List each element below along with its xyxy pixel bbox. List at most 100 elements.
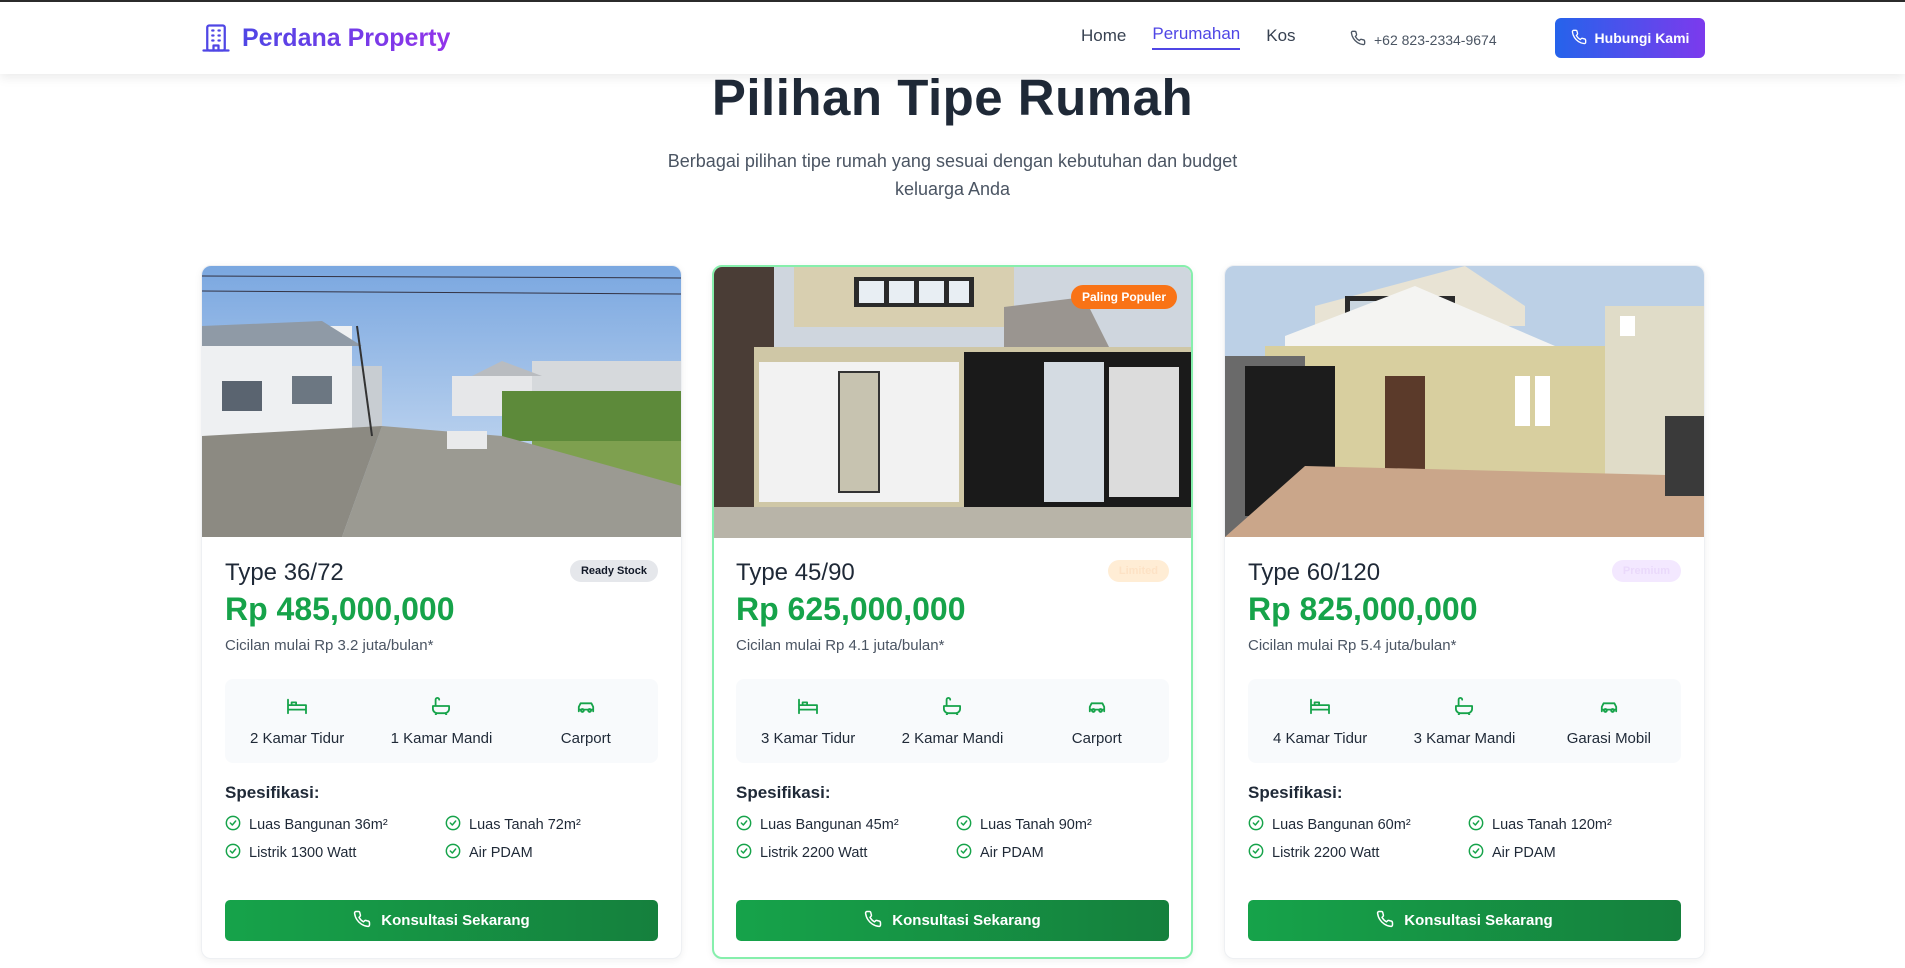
house-type-card: Type 36/72 Ready Stock Rp 485,000,000 Ci… bbox=[201, 265, 682, 959]
spec-text: Luas Bangunan 60m² bbox=[1272, 817, 1411, 833]
contact-us-button[interactable]: Hubungi Kami bbox=[1555, 18, 1705, 58]
feature-parking: Garasi Mobil bbox=[1537, 679, 1681, 763]
consult-button[interactable]: Konsultasi Sekarang bbox=[1248, 900, 1681, 941]
feature-panel: 3 Kamar Tidur 2 Kamar Mandi Carport bbox=[736, 679, 1169, 763]
spec-item: Luas Bangunan 60m² bbox=[1248, 815, 1468, 835]
consult-button[interactable]: Konsultasi Sekarang bbox=[225, 900, 658, 941]
house-type-card: Paling Populer Type 45/90 Limited Rp 625… bbox=[712, 265, 1193, 959]
section-title: Pilihan Tipe Rumah bbox=[711, 69, 1194, 126]
brand-logo[interactable]: Perdana Property bbox=[200, 22, 450, 54]
check-circle-icon bbox=[736, 843, 752, 863]
card-price: Rp 825,000,000 bbox=[1248, 591, 1478, 627]
feature-bedrooms: 4 Kamar Tidur bbox=[1248, 679, 1392, 763]
feature-panel: 2 Kamar Tidur 1 Kamar Mandi Carport bbox=[225, 679, 658, 763]
spec-item: Luas Bangunan 36m² bbox=[225, 815, 445, 834]
spec-list: Luas Bangunan 36m² Luas Tanah 72m² Listr… bbox=[225, 815, 658, 863]
popular-badge: Paling Populer bbox=[1070, 285, 1177, 309]
spec-item: Luas Tanah 90m² bbox=[956, 815, 1169, 835]
bed-icon bbox=[797, 697, 819, 720]
feature-label: 3 Kamar Mandi bbox=[1413, 730, 1516, 747]
car-icon bbox=[575, 697, 597, 720]
feature-label: 3 Kamar Tidur bbox=[761, 730, 856, 747]
spec-heading: Spesifikasi: bbox=[1248, 783, 1343, 802]
installment-text: Cicilan mulai Rp 3.2 juta/bulan* bbox=[225, 637, 434, 654]
check-circle-icon bbox=[445, 843, 461, 863]
check-circle-icon bbox=[225, 843, 241, 863]
check-circle-icon bbox=[956, 843, 972, 863]
nav-home[interactable]: Home bbox=[1081, 26, 1126, 50]
consult-label: Konsultasi Sekarang bbox=[892, 912, 1041, 929]
phone-icon bbox=[1350, 30, 1366, 49]
status-badge: Premium bbox=[1611, 560, 1681, 582]
feature-panel: 4 Kamar Tidur 3 Kamar Mandi Garasi Mobil bbox=[1248, 679, 1681, 763]
spec-text: Luas Bangunan 45m² bbox=[760, 817, 899, 833]
consult-label: Konsultasi Sekarang bbox=[381, 912, 530, 929]
brand-name: Perdana Property bbox=[242, 23, 451, 52]
window-top-edge bbox=[0, 0, 1905, 2]
spec-text: Air PDAM bbox=[1492, 845, 1556, 861]
feature-bedrooms: 2 Kamar Tidur bbox=[225, 679, 369, 763]
card-price: Rp 625,000,000 bbox=[736, 591, 966, 627]
spec-text: Listrik 1300 Watt bbox=[249, 845, 357, 861]
check-circle-icon bbox=[1248, 815, 1264, 835]
feature-label: 2 Kamar Tidur bbox=[250, 730, 345, 747]
main-nav: Home Perumahan Kos bbox=[1081, 24, 1296, 50]
spec-item: Listrik 1300 Watt bbox=[225, 843, 445, 863]
status-badge: Limited bbox=[1107, 560, 1169, 582]
feature-parking: Carport bbox=[1025, 679, 1169, 763]
phone-icon bbox=[864, 910, 882, 932]
phone-icon bbox=[1571, 29, 1587, 48]
car-icon bbox=[1086, 697, 1108, 720]
status-badge: Ready Stock bbox=[569, 560, 658, 582]
check-circle-icon bbox=[1468, 815, 1484, 835]
spec-item: Air PDAM bbox=[445, 843, 658, 863]
consult-label: Konsultasi Sekarang bbox=[1404, 912, 1553, 929]
spec-item: Luas Bangunan 45m² bbox=[736, 815, 956, 835]
installment-text: Cicilan mulai Rp 5.4 juta/bulan* bbox=[1248, 637, 1457, 654]
contact-us-label: Hubungi Kami bbox=[1594, 30, 1690, 46]
car-icon bbox=[1598, 697, 1620, 720]
nav-perumahan[interactable]: Perumahan bbox=[1152, 24, 1241, 50]
feature-label: 2 Kamar Mandi bbox=[901, 730, 1004, 747]
consult-button[interactable]: Konsultasi Sekarang bbox=[736, 900, 1169, 941]
feature-label: 4 Kamar Tidur bbox=[1273, 730, 1368, 747]
card-title: Type 60/120 bbox=[1248, 559, 1381, 586]
check-circle-icon bbox=[956, 815, 972, 835]
spec-list: Luas Bangunan 45m² Luas Tanah 90m² Listr… bbox=[736, 815, 1169, 863]
bath-icon bbox=[941, 697, 963, 720]
feature-parking: Carport bbox=[514, 679, 658, 763]
feature-label: Garasi Mobil bbox=[1566, 730, 1651, 747]
spec-list: Luas Bangunan 60m² Luas Tanah 120m² List… bbox=[1248, 815, 1681, 863]
house-photo bbox=[1225, 266, 1704, 537]
spec-text: Luas Tanah 72m² bbox=[469, 817, 581, 833]
installment-text: Cicilan mulai Rp 4.1 juta/bulan* bbox=[736, 637, 945, 654]
section-subtitle: Berbagai pilihan tipe rumah yang sesuai … bbox=[667, 151, 1238, 199]
feature-label: Carport bbox=[560, 730, 611, 747]
check-circle-icon bbox=[1468, 843, 1484, 863]
bath-icon bbox=[1453, 697, 1475, 720]
house-photo bbox=[202, 266, 681, 537]
check-circle-icon bbox=[445, 815, 461, 835]
check-circle-icon bbox=[736, 815, 752, 835]
bath-icon bbox=[430, 697, 452, 720]
spec-item: Air PDAM bbox=[1468, 843, 1681, 863]
card-title: Type 36/72 bbox=[225, 559, 344, 586]
header-phone-link[interactable]: +62 823-2334-9674 bbox=[1350, 30, 1497, 49]
check-circle-icon bbox=[1248, 843, 1264, 863]
card-price: Rp 485,000,000 bbox=[225, 591, 455, 627]
spec-item: Listrik 2200 Watt bbox=[1248, 843, 1468, 863]
bed-icon bbox=[286, 697, 308, 720]
spec-text: Listrik 2200 Watt bbox=[760, 845, 868, 861]
spec-heading: Spesifikasi: bbox=[736, 783, 831, 802]
house-type-card: Type 60/120 Premium Rp 825,000,000 Cicil… bbox=[1224, 265, 1705, 959]
house-photo: Paling Populer bbox=[714, 267, 1191, 538]
spec-text: Listrik 2200 Watt bbox=[1272, 845, 1380, 861]
header-phone-number: +62 823-2334-9674 bbox=[1374, 31, 1497, 48]
spec-item: Luas Tanah 120m² bbox=[1468, 815, 1681, 835]
nav-kos[interactable]: Kos bbox=[1266, 26, 1295, 50]
phone-icon bbox=[1376, 910, 1394, 932]
feature-label: Carport bbox=[1071, 730, 1122, 747]
spec-text: Air PDAM bbox=[469, 845, 533, 861]
spec-text: Luas Bangunan 36m² bbox=[249, 817, 388, 833]
spec-heading: Spesifikasi: bbox=[225, 783, 320, 802]
